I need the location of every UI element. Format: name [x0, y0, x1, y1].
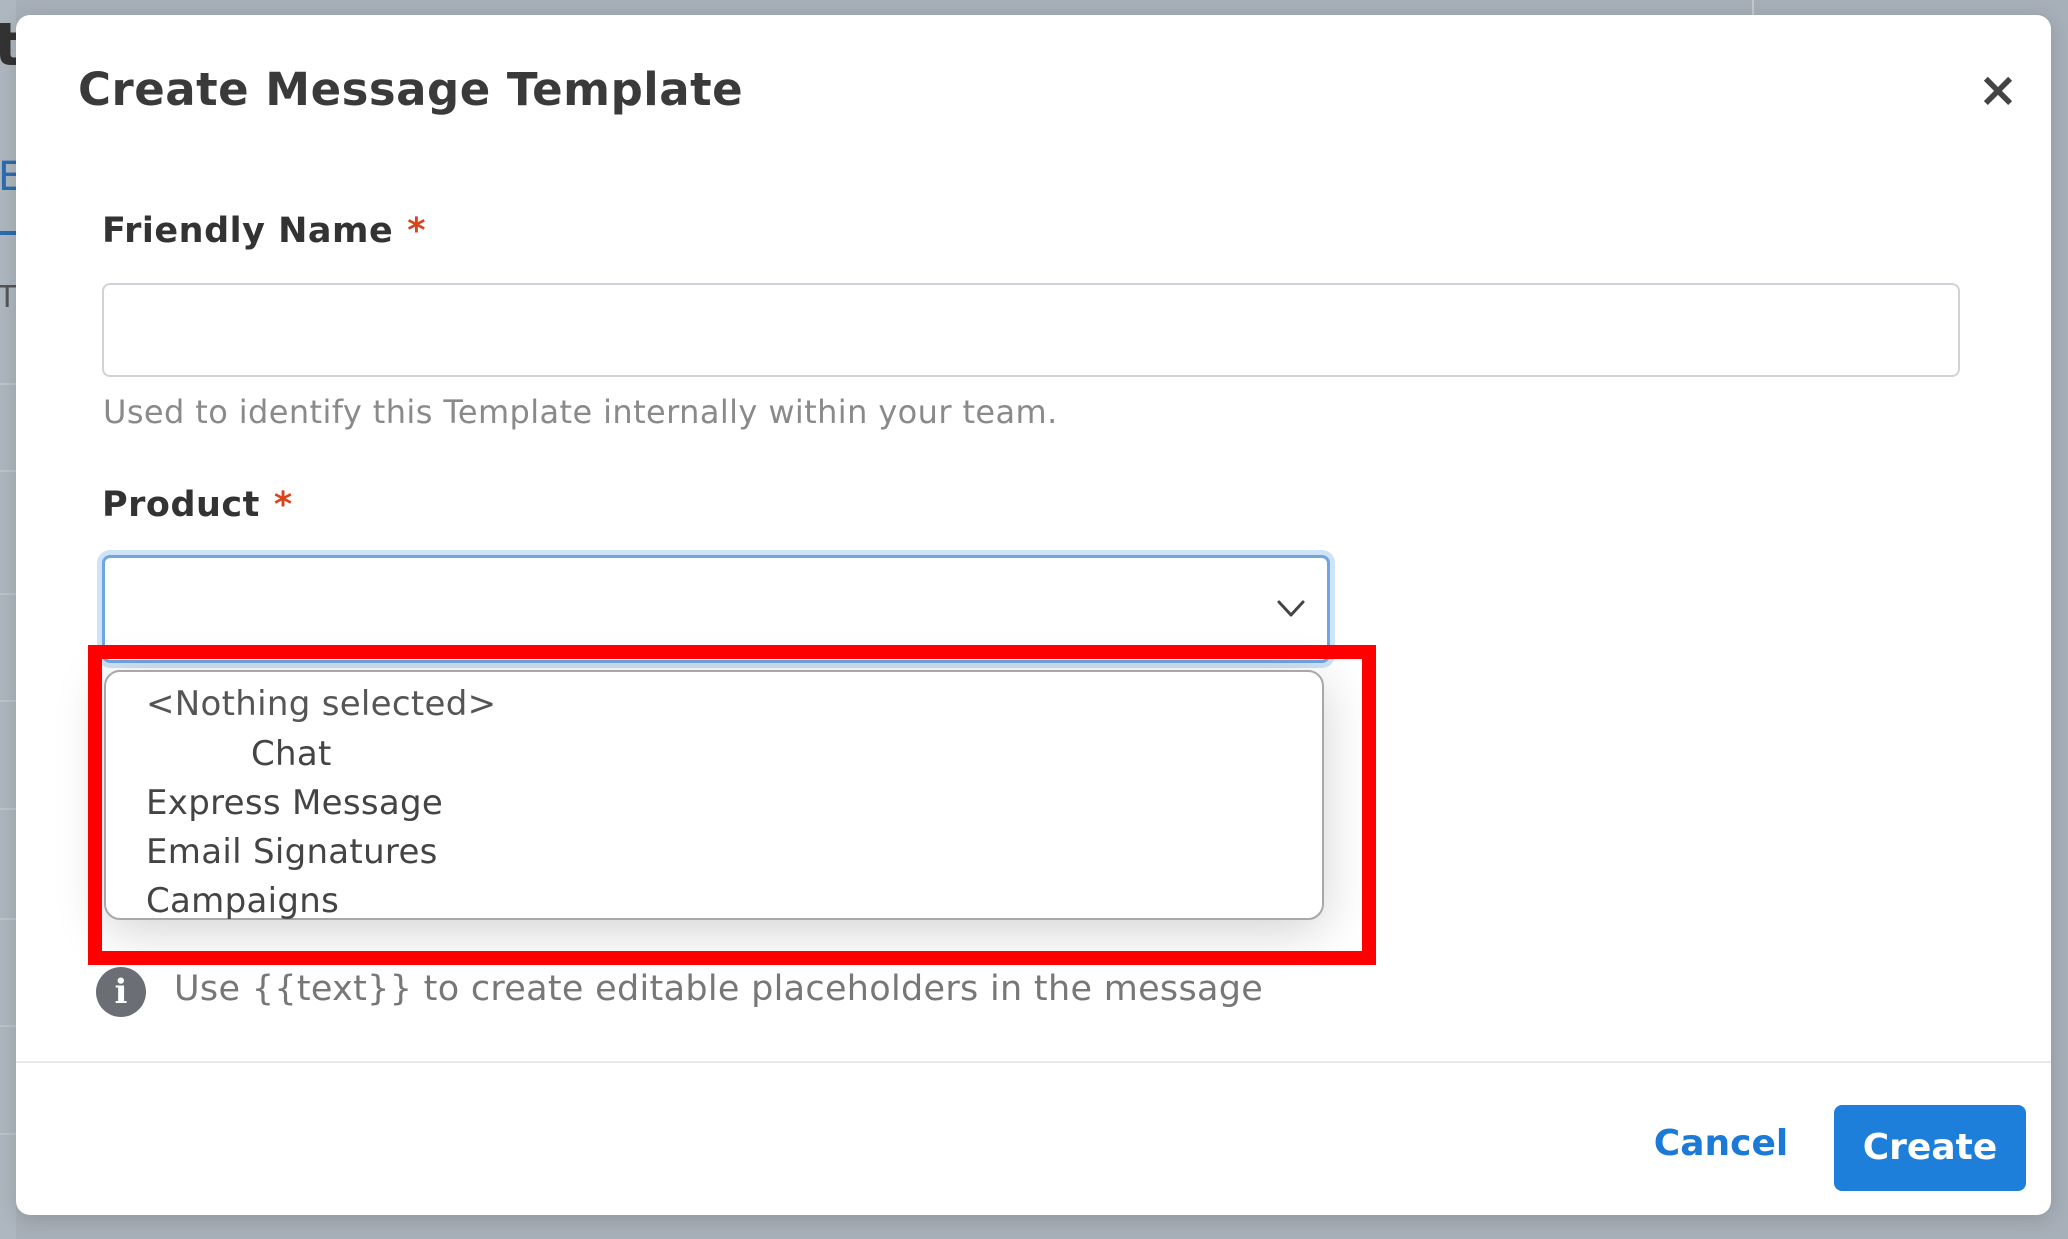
background-row-line: [0, 1133, 16, 1135]
close-button[interactable]: ×: [1973, 65, 2023, 115]
highlight-annotation: [88, 645, 1376, 965]
chevron-down-icon: [1277, 600, 1305, 617]
background-divider: [1752, 0, 1754, 16]
background-tab-underline: [0, 231, 16, 235]
background-row-line: [0, 808, 16, 810]
background-row-line: [0, 593, 16, 595]
modal-title: Create Message Template: [78, 63, 744, 116]
friendly-name-input[interactable]: [102, 283, 1960, 377]
background-text-fragment: T: [0, 280, 17, 315]
close-icon: ×: [1977, 62, 2019, 118]
product-label: Product *: [102, 485, 293, 525]
create-template-modal: Create Message Template × Friendly Name *…: [16, 15, 2051, 1215]
cancel-button[interactable]: Cancel: [1646, 1101, 1796, 1187]
background-row-line: [0, 700, 16, 702]
background-row-line: [0, 470, 16, 472]
footer-divider: [16, 1061, 2051, 1063]
product-label-text: Product: [102, 485, 260, 525]
background-row-line: [0, 1025, 16, 1027]
required-mark: *: [273, 485, 293, 525]
create-button[interactable]: Create: [1834, 1105, 2026, 1191]
required-mark: *: [407, 211, 427, 251]
info-hint-text: Use {{text}} to create editable placehol…: [174, 969, 1264, 1009]
background-row-line: [0, 383, 16, 385]
friendly-name-label-text: Friendly Name: [102, 211, 394, 251]
friendly-name-label: Friendly Name *: [102, 211, 426, 251]
info-icon: i: [96, 967, 146, 1017]
background-row-line: [0, 918, 16, 920]
friendly-name-help: Used to identify this Template internall…: [103, 393, 1058, 431]
